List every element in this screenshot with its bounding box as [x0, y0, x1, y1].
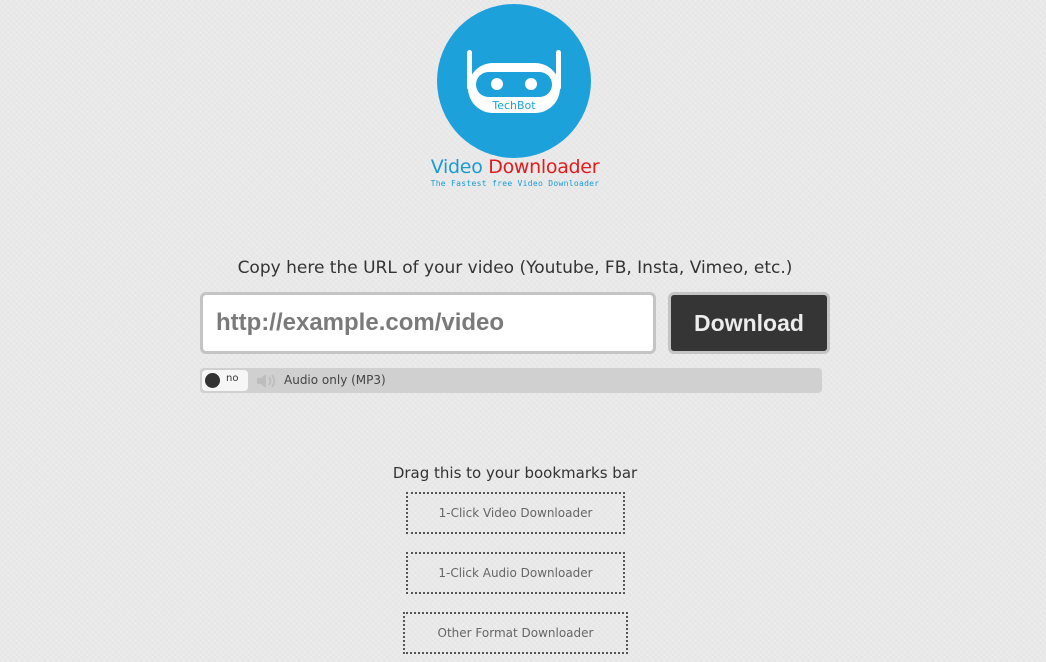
url-prompt: Copy here the URL of your video (Youtube… [237, 258, 793, 278]
brand-name: Video Downloader [0, 156, 1030, 178]
download-button[interactable]: Download [668, 292, 830, 354]
bookmarklet-audio-downloader[interactable]: 1-Click Audio Downloader [406, 552, 625, 594]
toggle-state-label: no [226, 373, 239, 384]
robot-head-icon [467, 50, 561, 113]
speaker-icon [256, 373, 278, 392]
brand-tagline: The Fastest free Video Downloader [430, 179, 600, 188]
audio-only-label: Audio only (MP3) [284, 373, 386, 387]
audio-only-toggle[interactable]: no [202, 370, 248, 391]
techbot-logo: TechBot [437, 4, 591, 158]
bookmarks-title: Drag this to your bookmarks bar [392, 464, 638, 482]
toggle-knob [205, 373, 220, 388]
brand-name-part2: Downloader [488, 156, 600, 178]
url-input[interactable] [200, 292, 656, 354]
brand-name-part1: Video [430, 156, 489, 178]
audio-only-bar: no Audio only (MP3) [200, 368, 822, 393]
bookmarklet-video-downloader[interactable]: 1-Click Video Downloader [406, 492, 625, 534]
bookmarklet-other-format-downloader[interactable]: Other Format Downloader [403, 612, 628, 654]
logo-bot-text: TechBot [492, 99, 536, 112]
